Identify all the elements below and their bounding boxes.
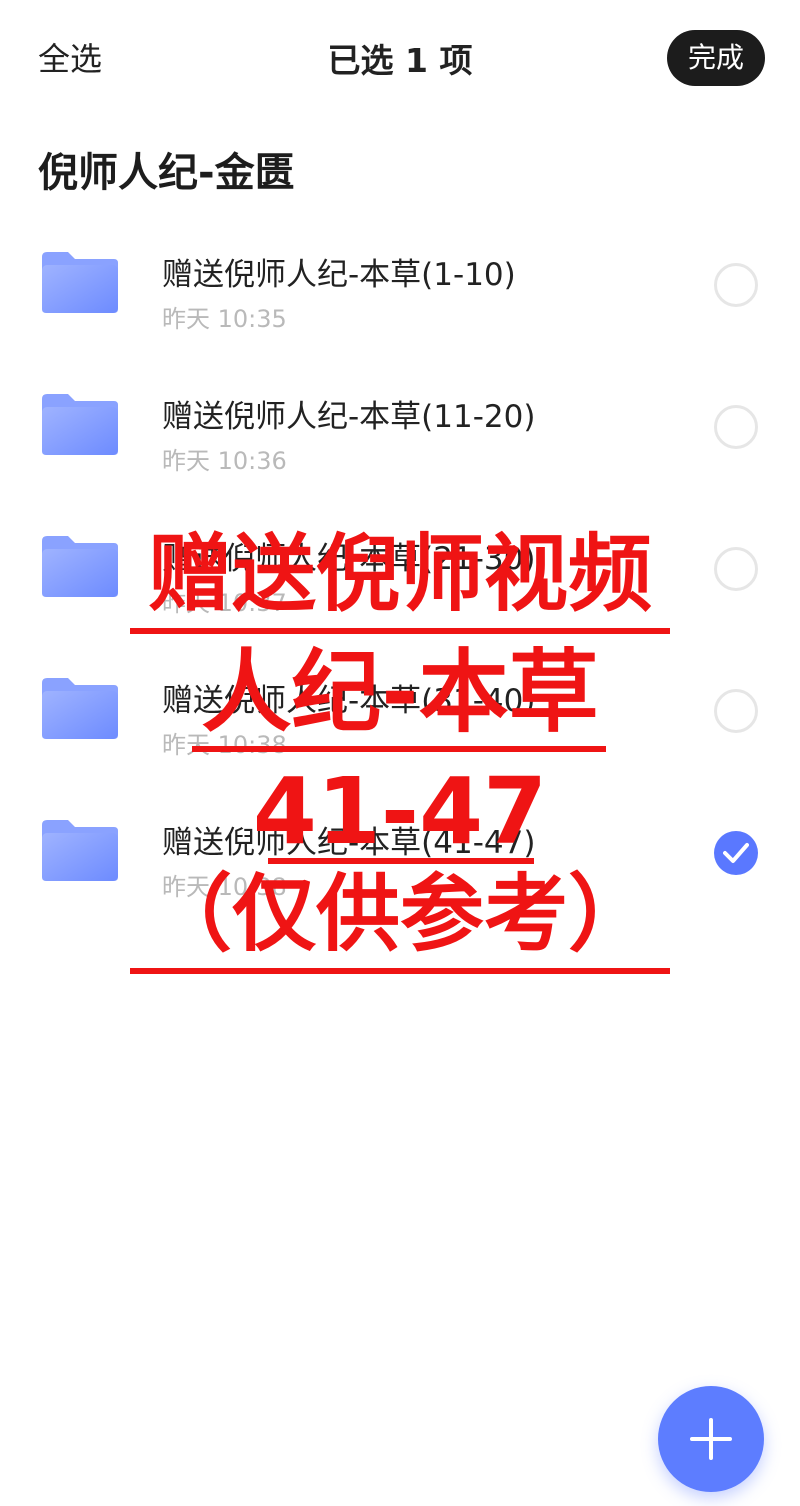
folder-title: 倪师人纪-金匮 [38,150,295,196]
select-checkbox-checked[interactable] [714,831,758,875]
list-item[interactable]: 赠送倪师人纪-本草(41-47) 昨天 10:38 [0,783,800,925]
item-name: 赠送倪师人纪-本草(21-30) [162,541,536,577]
item-time: 昨天 10:35 [162,305,287,333]
folder-icon [42,820,118,881]
done-button[interactable]: 完成 [667,30,765,86]
list-item[interactable]: 赠送倪师人纪-本草(21-30) 昨天 10:37 [0,499,800,641]
plus-icon [690,1418,732,1460]
top-bar: 全选 已选 1 项 完成 [0,0,800,110]
add-button[interactable] [658,1386,764,1492]
select-checkbox[interactable] [714,547,758,591]
item-name: 赠送倪师人纪-本草(31-40) [162,683,536,719]
item-time: 昨天 10:37 [162,589,287,617]
folder-icon [42,252,118,313]
list-item[interactable]: 赠送倪师人纪-本草(1-10) 昨天 10:35 [0,215,800,357]
item-time: 昨天 10:38 [162,873,287,901]
list-item[interactable]: 赠送倪师人纪-本草(11-20) 昨天 10:36 [0,357,800,499]
folder-icon [42,678,118,739]
folder-icon [42,394,118,455]
item-name: 赠送倪师人纪-本草(11-20) [162,399,536,435]
overlay-underline-4 [130,968,670,974]
item-name: 赠送倪师人纪-本草(1-10) [162,257,516,293]
folder-icon [42,536,118,597]
select-checkbox[interactable] [714,405,758,449]
select-checkbox[interactable] [714,263,758,307]
item-time: 昨天 10:38 [162,731,287,759]
item-time: 昨天 10:36 [162,447,287,475]
check-icon [723,843,749,863]
select-checkbox[interactable] [714,689,758,733]
list-item[interactable]: 赠送倪师人纪-本草(31-40) 昨天 10:38 [0,641,800,783]
item-name: 赠送倪师人纪-本草(41-47) [162,825,536,861]
